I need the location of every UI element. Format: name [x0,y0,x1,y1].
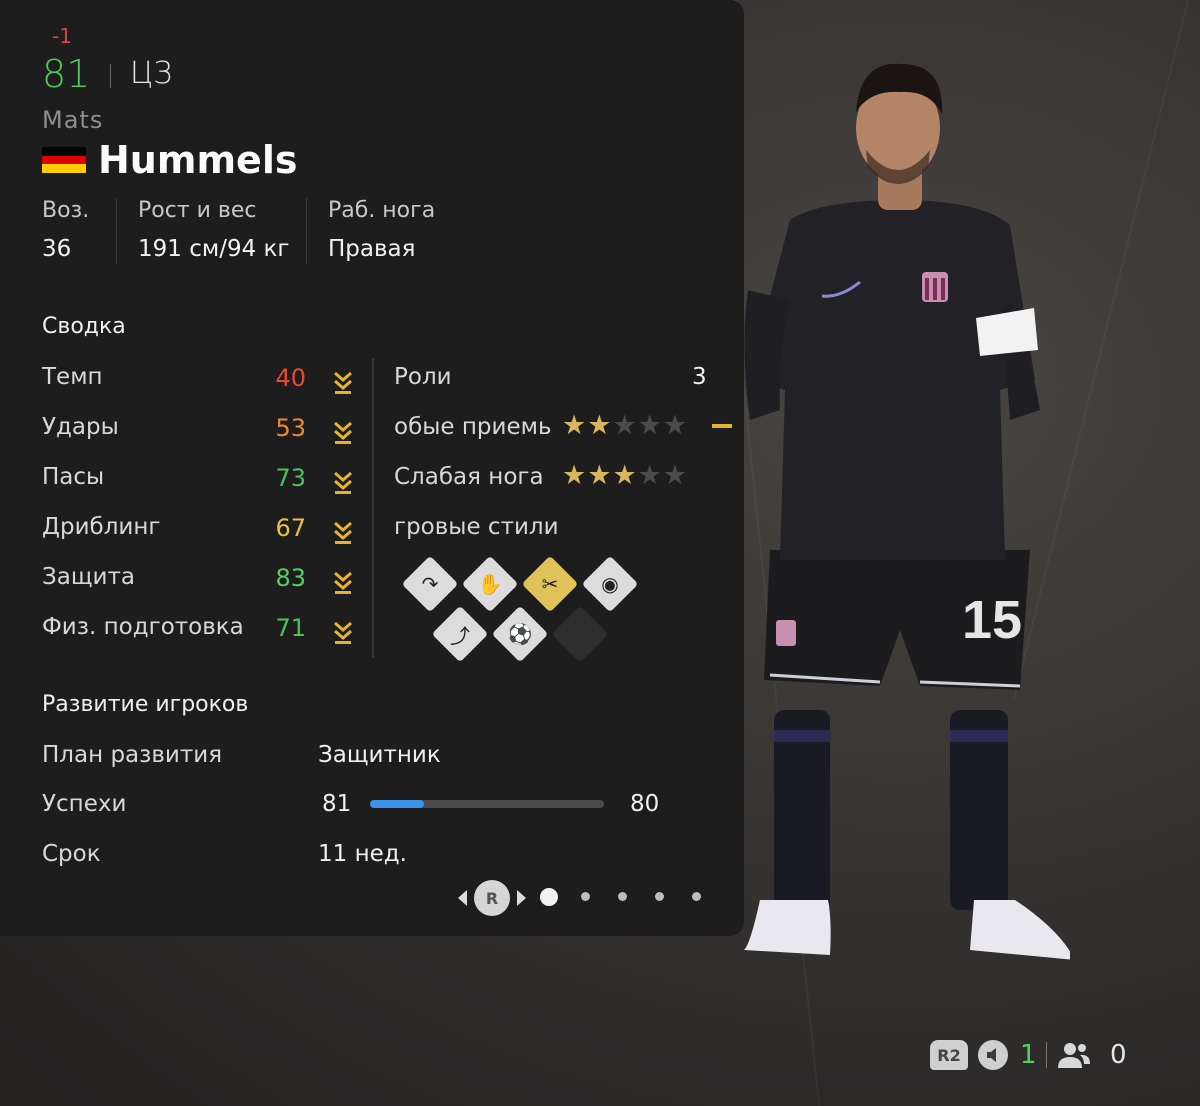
stat-label: Темп [42,364,103,390]
party-icon [1056,1040,1092,1070]
star-icon: ★ [587,460,613,491]
stat-value: 40 [275,364,306,392]
bruiser-icon[interactable]: ◉ [581,555,639,613]
overall-rating: 81 [42,52,91,96]
player-info-panel: -1 81 ЦЗ Mats Hummels Воз. 36 Рост и вес… [0,0,744,936]
roles-label: Роли [394,364,452,390]
progress-start: 81 [322,791,352,817]
star-icon: ★ [587,410,613,441]
speaker-icon [978,1040,1008,1070]
stat-row: Пасы 73 [42,464,362,504]
chevron-down-icon [332,620,354,646]
stat-row: Защита 83 [42,564,362,604]
page-dot[interactable] [581,892,590,901]
weak-foot-stars: ★★★★★ [562,460,688,491]
development-plan-label: План развития [42,742,223,768]
stat-row: Темп 40 [42,364,362,404]
divider [372,358,374,658]
star-icon: ★ [562,410,588,441]
star-icon: ★ [662,410,689,441]
chevron-left-icon [458,890,467,906]
progress-end: 80 [630,791,660,817]
stat-value: 71 [275,614,306,642]
player-model: 15 [744,63,1070,960]
duration-label: Срок [42,841,101,867]
stat-label: Защита [42,564,135,590]
star-icon: ★ [562,460,588,491]
anticipate-icon[interactable]: ↷ [401,555,459,613]
star-icon: ★ [662,460,689,491]
divider [110,64,111,88]
empty-slot-icon [551,605,609,663]
page-dot[interactable] [655,892,664,901]
r-stick-button[interactable]: R [456,878,532,918]
skill-moves-label: обые приемь [394,414,552,440]
stat-row: Физ. подготовка 71 [42,614,362,654]
star-icon: ★ [612,410,638,441]
voice-count: 1 [1020,1040,1037,1070]
stat-row: Удары 53 [42,414,362,454]
flag-stripe [42,155,86,165]
progress-label: Успехи [42,791,127,817]
svg-text:R: R [486,889,498,908]
flag-stripe [42,164,86,174]
player-position: ЦЗ [130,56,173,91]
stat-row: Дриблинг 67 [42,514,362,554]
player-first-name: Mats [42,106,104,134]
party-count: 0 [1110,1040,1127,1070]
divider [306,198,307,264]
slide-tackle-icon[interactable]: ⚽ [491,605,549,663]
duration-value: 11 нед. [318,841,407,867]
minus-icon [712,424,732,428]
height-weight-value: 191 см/94 кг [138,236,290,262]
stat-label: Дриблинг [42,514,161,540]
chevron-right-icon [517,890,526,906]
germany-flag-icon [42,147,86,174]
chevron-down-icon [332,370,354,396]
skill-moves-stars: ★★★★★ [562,410,688,441]
intercept-icon[interactable]: ✂ [521,555,579,613]
stat-label: Физ. подготовка [42,614,244,640]
weak-foot-label: Слабая нога [394,464,544,490]
progress-bar [370,800,604,808]
star-icon: ★ [637,410,663,441]
page-dot[interactable] [692,892,701,901]
overall-change: -1 [52,24,72,48]
r2-button-icon: R2 [930,1040,968,1070]
chevron-down-icon [332,420,354,446]
chevron-down-icon [332,520,354,546]
stat-value: 53 [275,414,306,442]
summary-title: Сводка [42,314,126,339]
height-weight-label: Рост и вес [138,198,257,223]
divider [116,198,117,264]
shirt-number: 15 [962,590,1022,650]
age-value: 36 [42,236,72,262]
page-dot[interactable] [540,888,558,906]
playstyles-label: гровые стили [394,514,559,540]
development-title: Развитие игроков [42,692,249,717]
stat-value: 73 [275,464,306,492]
chevron-down-icon [332,470,354,496]
stat-label: Пасы [42,464,105,490]
age-label: Воз. [42,198,90,223]
chevron-down-icon [332,570,354,596]
stat-label: Удары [42,414,119,440]
star-icon: ★ [637,460,663,491]
flag-stripe [42,147,86,156]
stat-value: 83 [275,564,306,592]
roles-value: 3 [692,364,707,390]
development-plan-value: Защитник [318,742,441,768]
block-icon[interactable]: ✋ [461,555,519,613]
preferred-foot-label: Раб. нога [328,198,436,223]
star-icon: ★ [612,460,638,491]
divider [1046,1042,1047,1068]
progress-bar-fill [370,800,424,808]
page-dot[interactable] [618,892,627,901]
preferred-foot-value: Правая [328,236,416,262]
aerial-icon[interactable]: ⤴ [431,605,489,663]
player-last-name: Hummels [98,138,298,182]
stat-value: 67 [275,514,306,542]
